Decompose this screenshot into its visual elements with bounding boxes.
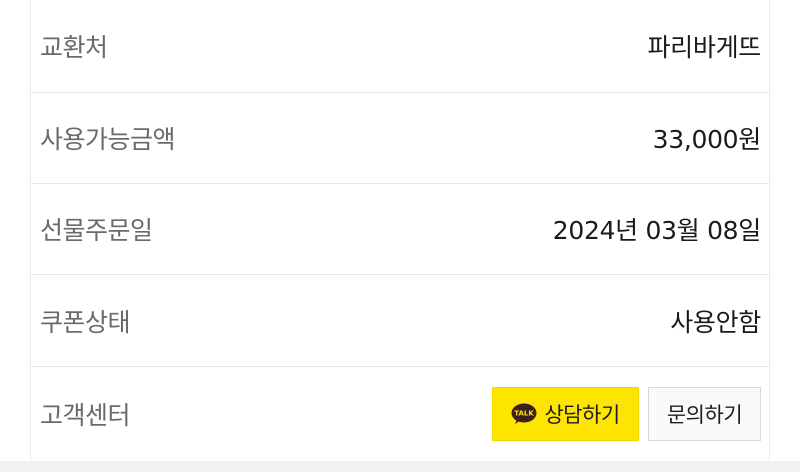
inquiry-label: 문의하기	[666, 403, 743, 427]
info-row-coupon-status: 쿠폰상태 사용안함	[30, 275, 770, 367]
svg-text:TALK: TALK	[515, 410, 535, 418]
exchange-place-label: 교환처	[40, 33, 108, 62]
order-date-value: 2024년 03월 08일	[552, 216, 762, 245]
customer-center-buttons: TALK 상담하기 문의하기	[492, 387, 761, 441]
info-row-available-amount: 사용가능금액 33,000원	[30, 93, 770, 184]
exchange-place-value: 파리바게뜨	[647, 33, 761, 62]
inquiry-button[interactable]: 문의하기	[648, 387, 761, 441]
bottom-divider-bar	[0, 461, 800, 472]
info-row-order-date: 선물주문일 2024년 03월 08일	[30, 184, 770, 275]
available-amount-label: 사용가능금액	[40, 125, 176, 154]
coupon-status-label: 쿠폰상태	[40, 307, 131, 337]
kakao-consult-button[interactable]: TALK 상담하기	[492, 387, 639, 441]
kakao-consult-label: 상담하기	[544, 403, 620, 427]
kakao-talk-icon: TALK	[511, 403, 537, 425]
available-amount-value: 33,000원	[652, 125, 762, 154]
coupon-status-value: 사용안함	[670, 307, 761, 337]
info-row-exchange-place: 교환처 파리바게뜨	[30, 0, 770, 93]
info-row-customer-center: 고객센터 TALK 상담하기 문의하기	[30, 367, 770, 461]
order-date-label: 선물주문일	[40, 216, 153, 245]
customer-center-label: 고객센터	[40, 401, 131, 430]
